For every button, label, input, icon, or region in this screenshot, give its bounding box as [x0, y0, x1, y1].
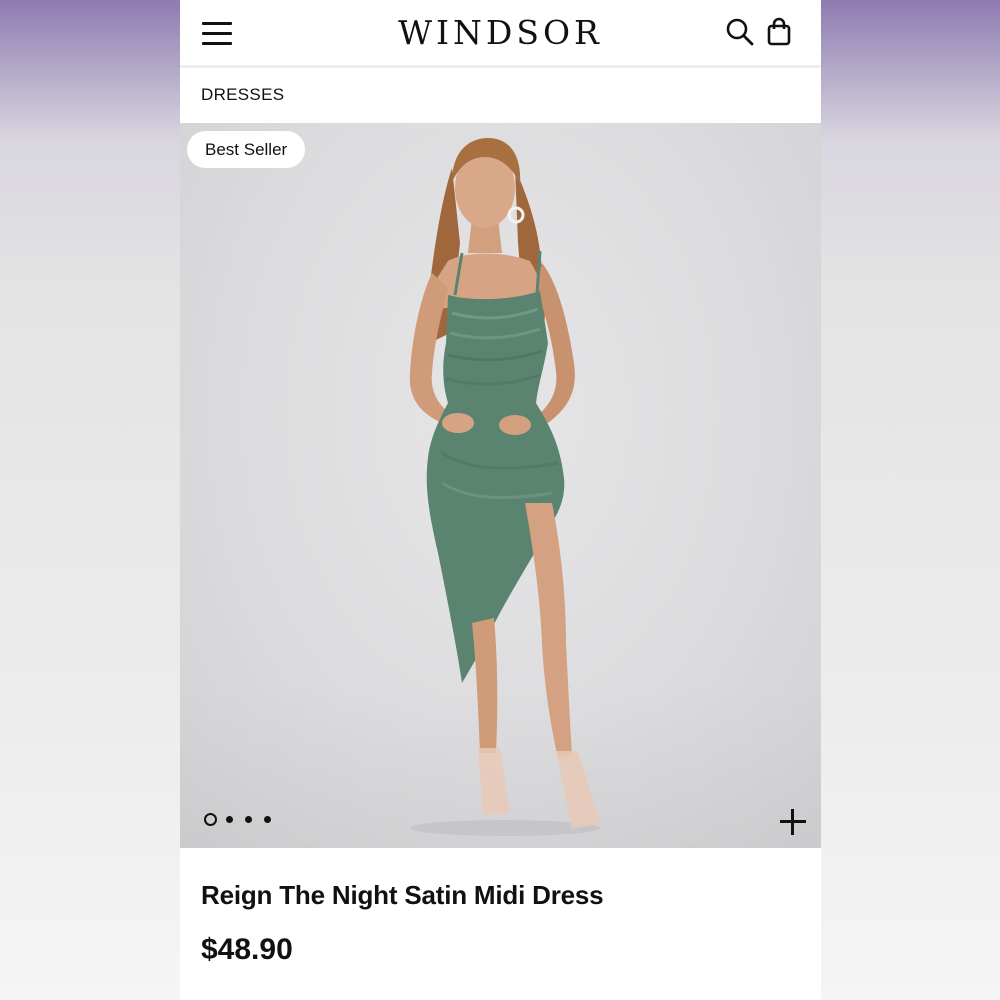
product-photo-model — [409, 138, 600, 836]
carousel-dot-3[interactable] — [245, 816, 252, 823]
best-seller-badge: Best Seller — [187, 131, 306, 168]
product-price: $48.90 — [201, 933, 293, 966]
plus-icon[interactable] — [780, 809, 806, 835]
app-screen: WINDSOR DRESSES Best Seller Reign The Ni… — [180, 0, 821, 1000]
breadcrumb-bar: DRESSES — [180, 68, 821, 123]
search-icon[interactable] — [724, 16, 756, 48]
carousel-dot-2[interactable] — [226, 816, 233, 823]
product-image-carousel[interactable]: Best Seller — [180, 123, 821, 848]
product-title[interactable]: Reign The Night Satin Midi Dress — [201, 880, 604, 911]
carousel-dot-1[interactable] — [204, 813, 217, 826]
breadcrumb-dresses[interactable]: DRESSES — [201, 85, 284, 105]
shopping-bag-icon[interactable] — [764, 16, 796, 48]
top-navigation-bar: WINDSOR — [180, 0, 821, 68]
carousel-dot-4[interactable] — [264, 816, 271, 823]
